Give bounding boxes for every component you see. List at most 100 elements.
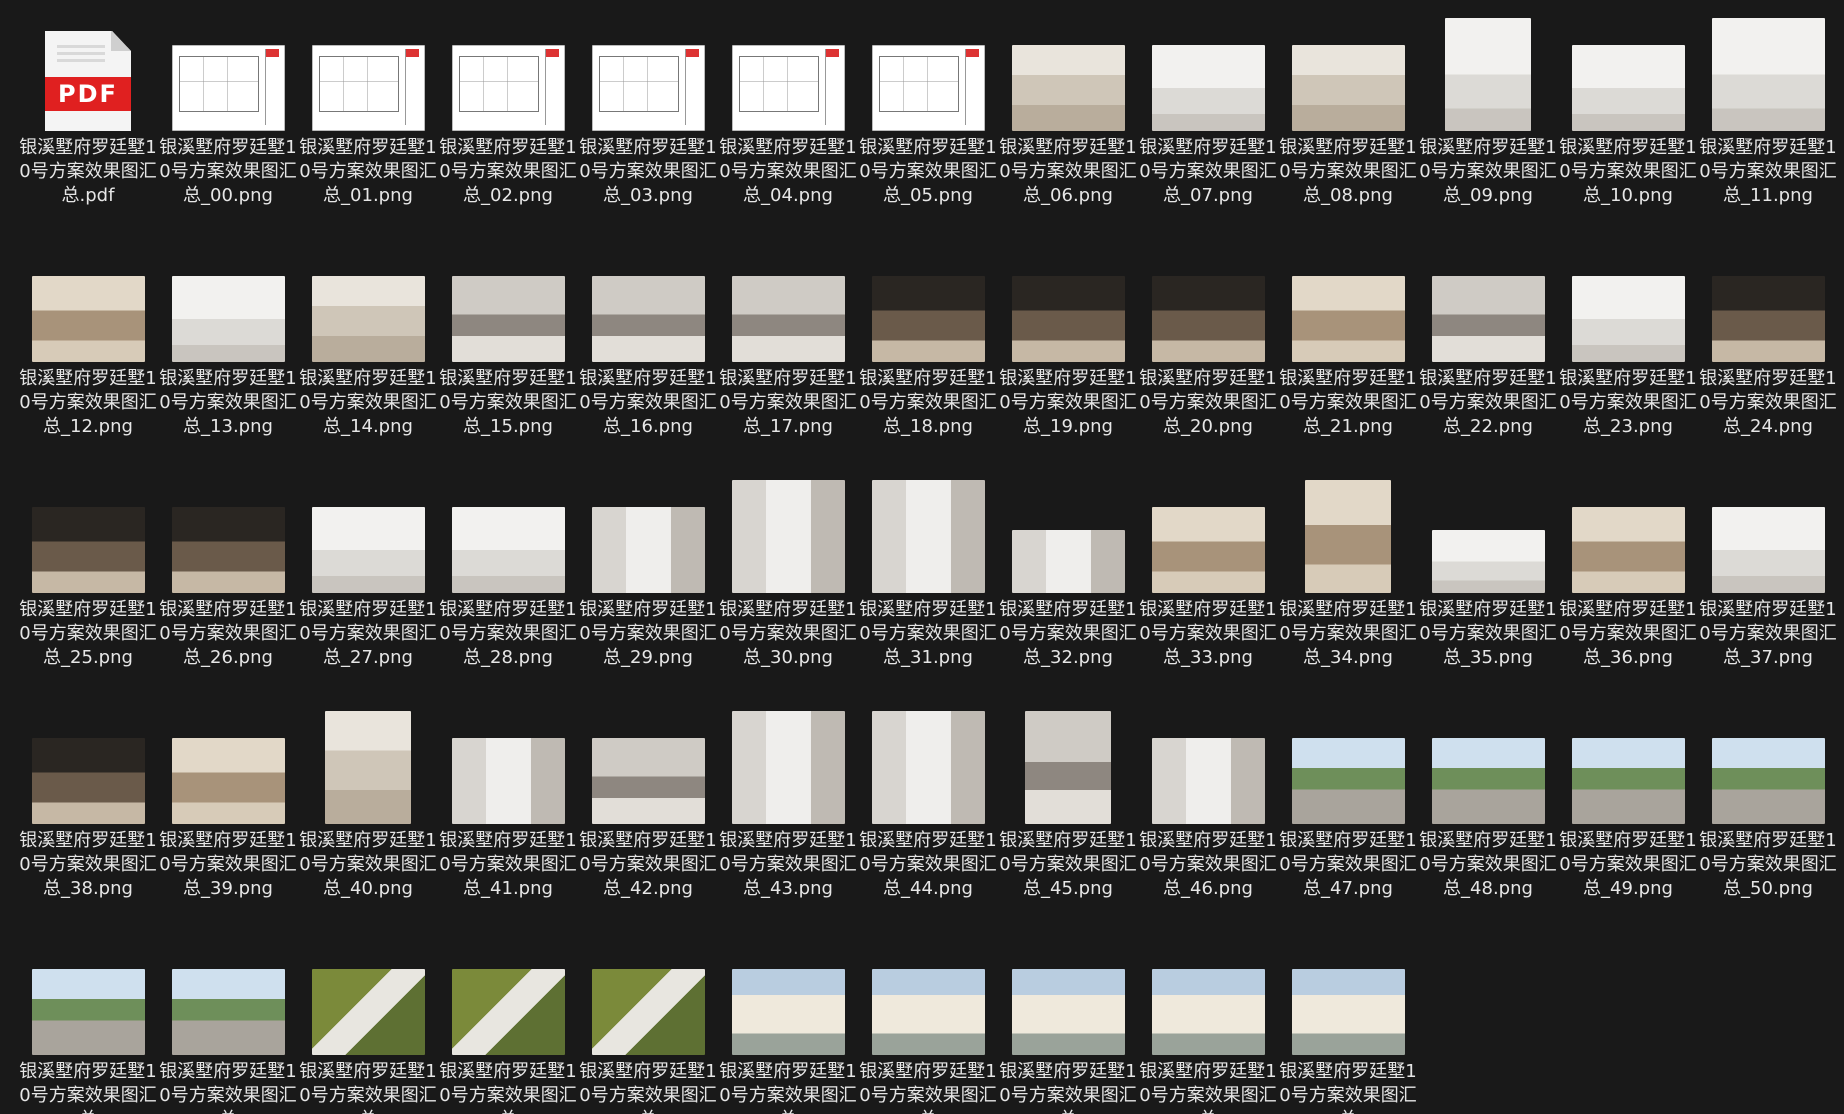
file-item[interactable]: 银溪墅府罗廷墅10号方案效果图汇总_31.png [858, 477, 998, 707]
file-thumbnail-box [578, 15, 718, 131]
file-name-label: 银溪墅府罗廷墅10号方案效果图汇总 [999, 1061, 1137, 1114]
file-thumbnail-box [1138, 939, 1278, 1055]
file-item[interactable]: PDF 银溪墅府罗廷墅10号方案效果图汇总.pdf [18, 15, 158, 245]
image-thumbnail [451, 45, 565, 131]
file-name-label: 银溪墅府罗廷墅10号方案效果图汇总_31.png [859, 599, 997, 668]
file-item[interactable]: 银溪墅府罗廷墅10号方案效果图汇总 [438, 939, 578, 1114]
file-thumbnail-box [578, 246, 718, 362]
file-thumbnail-box [858, 15, 998, 131]
file-item[interactable]: 银溪墅府罗廷墅10号方案效果图汇总 [158, 939, 298, 1114]
file-item[interactable]: 银溪墅府罗廷墅10号方案效果图汇总_11.png [1698, 15, 1838, 245]
file-item[interactable]: 银溪墅府罗廷墅10号方案效果图汇总_42.png [578, 708, 718, 938]
file-name-label: 银溪墅府罗廷墅10号方案效果图汇总_50.png [1699, 830, 1837, 899]
file-item[interactable]: 银溪墅府罗廷墅10号方案效果图汇总_23.png [1558, 246, 1698, 476]
file-item[interactable]: 银溪墅府罗廷墅10号方案效果图汇总_06.png [998, 15, 1138, 245]
file-item[interactable]: 银溪墅府罗廷墅10号方案效果图汇总_20.png [1138, 246, 1278, 476]
file-item[interactable]: 银溪墅府罗廷墅10号方案效果图汇总 [298, 939, 438, 1114]
file-item[interactable]: 银溪墅府罗廷墅10号方案效果图汇总 [858, 939, 998, 1114]
file-item[interactable]: 银溪墅府罗廷墅10号方案效果图汇总_30.png [718, 477, 858, 707]
file-name-label: 银溪墅府罗廷墅10号方案效果图汇总_27.png [299, 599, 437, 668]
file-item[interactable]: 银溪墅府罗廷墅10号方案效果图汇总_17.png [718, 246, 858, 476]
file-item[interactable]: 银溪墅府罗廷墅10号方案效果图汇总 [1278, 939, 1418, 1114]
file-thumbnail-box [1698, 477, 1838, 593]
file-item[interactable]: 银溪墅府罗廷墅10号方案效果图汇总_38.png [18, 708, 158, 938]
file-thumbnail-box [1138, 708, 1278, 824]
file-item[interactable]: 银溪墅府罗廷墅10号方案效果图汇总_01.png [298, 15, 438, 245]
file-thumbnail-box: PDF [18, 15, 158, 131]
file-item[interactable]: 银溪墅府罗廷墅10号方案效果图汇总_05.png [858, 15, 998, 245]
file-item[interactable]: 银溪墅府罗廷墅10号方案效果图汇总_22.png [1418, 246, 1558, 476]
file-thumbnail-box [298, 246, 438, 362]
image-thumbnail [731, 276, 845, 362]
file-thumbnail-box [298, 477, 438, 593]
file-item[interactable]: 银溪墅府罗廷墅10号方案效果图汇总_32.png [998, 477, 1138, 707]
file-item[interactable]: 银溪墅府罗廷墅10号方案效果图汇总_45.png [998, 708, 1138, 938]
file-item[interactable]: 银溪墅府罗廷墅10号方案效果图汇总_47.png [1278, 708, 1418, 938]
file-thumbnail-box [998, 15, 1138, 131]
file-item[interactable]: 银溪墅府罗廷墅10号方案效果图汇总_00.png [158, 15, 298, 245]
file-item[interactable]: 银溪墅府罗廷墅10号方案效果图汇总_34.png [1278, 477, 1418, 707]
file-item[interactable]: 银溪墅府罗廷墅10号方案效果图汇总_08.png [1278, 15, 1418, 245]
file-name-label: 银溪墅府罗廷墅10号方案效果图汇总_41.png [439, 830, 577, 899]
file-thumbnail-box [18, 246, 158, 362]
file-item[interactable]: 银溪墅府罗廷墅10号方案效果图汇总_43.png [718, 708, 858, 938]
file-item[interactable]: 银溪墅府罗廷墅10号方案效果图汇总_26.png [158, 477, 298, 707]
file-name-label: 银溪墅府罗廷墅10号方案效果图汇总_24.png [1699, 368, 1837, 437]
file-item[interactable]: 银溪墅府罗廷墅10号方案效果图汇总_07.png [1138, 15, 1278, 245]
file-item[interactable]: 银溪墅府罗廷墅10号方案效果图汇总_40.png [298, 708, 438, 938]
file-item[interactable]: 银溪墅府罗廷墅10号方案效果图汇总_19.png [998, 246, 1138, 476]
file-item[interactable]: 银溪墅府罗廷墅10号方案效果图汇总_10.png [1558, 15, 1698, 245]
image-thumbnail [871, 276, 985, 362]
file-item[interactable]: 银溪墅府罗廷墅10号方案效果图汇总_13.png [158, 246, 298, 476]
image-thumbnail [1571, 45, 1685, 131]
file-item[interactable]: 银溪墅府罗廷墅10号方案效果图汇总 [718, 939, 858, 1114]
file-thumbnail-box [998, 939, 1138, 1055]
file-item[interactable]: 银溪墅府罗廷墅10号方案效果图汇总_04.png [718, 15, 858, 245]
file-item[interactable]: 银溪墅府罗廷墅10号方案效果图汇总_25.png [18, 477, 158, 707]
file-item[interactable]: 银溪墅府罗廷墅10号方案效果图汇总_16.png [578, 246, 718, 476]
file-item[interactable]: 银溪墅府罗廷墅10号方案效果图汇总_18.png [858, 246, 998, 476]
file-item[interactable]: 银溪墅府罗廷墅10号方案效果图汇总_29.png [578, 477, 718, 707]
file-item[interactable]: 银溪墅府罗廷墅10号方案效果图汇总_37.png [1698, 477, 1838, 707]
file-item[interactable]: 银溪墅府罗廷墅10号方案效果图汇总_09.png [1418, 15, 1558, 245]
file-name-label: 银溪墅府罗廷墅10号方案效果图汇总 [719, 1061, 857, 1114]
file-item[interactable]: 银溪墅府罗廷墅10号方案效果图汇总_33.png [1138, 477, 1278, 707]
file-thumbnail-box [1558, 15, 1698, 131]
file-item[interactable]: 银溪墅府罗廷墅10号方案效果图汇总 [18, 939, 158, 1114]
file-name-label: 银溪墅府罗廷墅10号方案效果图汇总_18.png [859, 368, 997, 437]
file-name-label: 银溪墅府罗廷墅10号方案效果图汇总_44.png [859, 830, 997, 899]
file-item[interactable]: 银溪墅府罗廷墅10号方案效果图汇总 [1138, 939, 1278, 1114]
file-item[interactable]: 银溪墅府罗廷墅10号方案效果图汇总_39.png [158, 708, 298, 938]
file-name-label: 银溪墅府罗廷墅10号方案效果图汇总 [299, 1061, 437, 1114]
file-thumbnail-box [858, 708, 998, 824]
file-item[interactable]: 银溪墅府罗廷墅10号方案效果图汇总 [578, 939, 718, 1114]
file-item[interactable]: 银溪墅府罗廷墅10号方案效果图汇总_14.png [298, 246, 438, 476]
file-name-label: 银溪墅府罗廷墅10号方案效果图汇总_22.png [1419, 368, 1557, 437]
file-name-label: 银溪墅府罗廷墅10号方案效果图汇总_04.png [719, 137, 857, 206]
file-item[interactable]: 银溪墅府罗廷墅10号方案效果图汇总_24.png [1698, 246, 1838, 476]
file-item[interactable]: 银溪墅府罗廷墅10号方案效果图汇总_15.png [438, 246, 578, 476]
file-item[interactable]: 银溪墅府罗廷墅10号方案效果图汇总_46.png [1138, 708, 1278, 938]
file-name-label: 银溪墅府罗廷墅10号方案效果图汇总 [859, 1061, 997, 1114]
file-item[interactable]: 银溪墅府罗廷墅10号方案效果图汇总_36.png [1558, 477, 1698, 707]
file-item[interactable]: 银溪墅府罗廷墅10号方案效果图汇总_28.png [438, 477, 578, 707]
file-item[interactable]: 银溪墅府罗廷墅10号方案效果图汇总_02.png [438, 15, 578, 245]
file-thumbnail-box [1418, 477, 1558, 593]
file-item[interactable]: 银溪墅府罗廷墅10号方案效果图汇总_12.png [18, 246, 158, 476]
image-thumbnail [451, 738, 565, 824]
file-item[interactable]: 银溪墅府罗廷墅10号方案效果图汇总_44.png [858, 708, 998, 938]
file-thumbnail-box [298, 15, 438, 131]
file-item[interactable]: 银溪墅府罗廷墅10号方案效果图汇总_48.png [1418, 708, 1558, 938]
file-item[interactable]: 银溪墅府罗廷墅10号方案效果图汇总_50.png [1698, 708, 1838, 938]
image-thumbnail [171, 507, 285, 593]
file-thumbnail-box [1698, 246, 1838, 362]
file-item[interactable]: 银溪墅府罗廷墅10号方案效果图汇总 [998, 939, 1138, 1114]
file-item[interactable]: 银溪墅府罗廷墅10号方案效果图汇总_41.png [438, 708, 578, 938]
file-name-label: 银溪墅府罗廷墅10号方案效果图汇总_26.png [159, 599, 297, 668]
file-item[interactable]: 银溪墅府罗廷墅10号方案效果图汇总_03.png [578, 15, 718, 245]
file-item[interactable]: 银溪墅府罗廷墅10号方案效果图汇总_27.png [298, 477, 438, 707]
file-item[interactable]: 银溪墅府罗廷墅10号方案效果图汇总_49.png [1558, 708, 1698, 938]
image-thumbnail [871, 969, 985, 1055]
file-item[interactable]: 银溪墅府罗廷墅10号方案效果图汇总_35.png [1418, 477, 1558, 707]
file-item[interactable]: 银溪墅府罗廷墅10号方案效果图汇总_21.png [1278, 246, 1418, 476]
